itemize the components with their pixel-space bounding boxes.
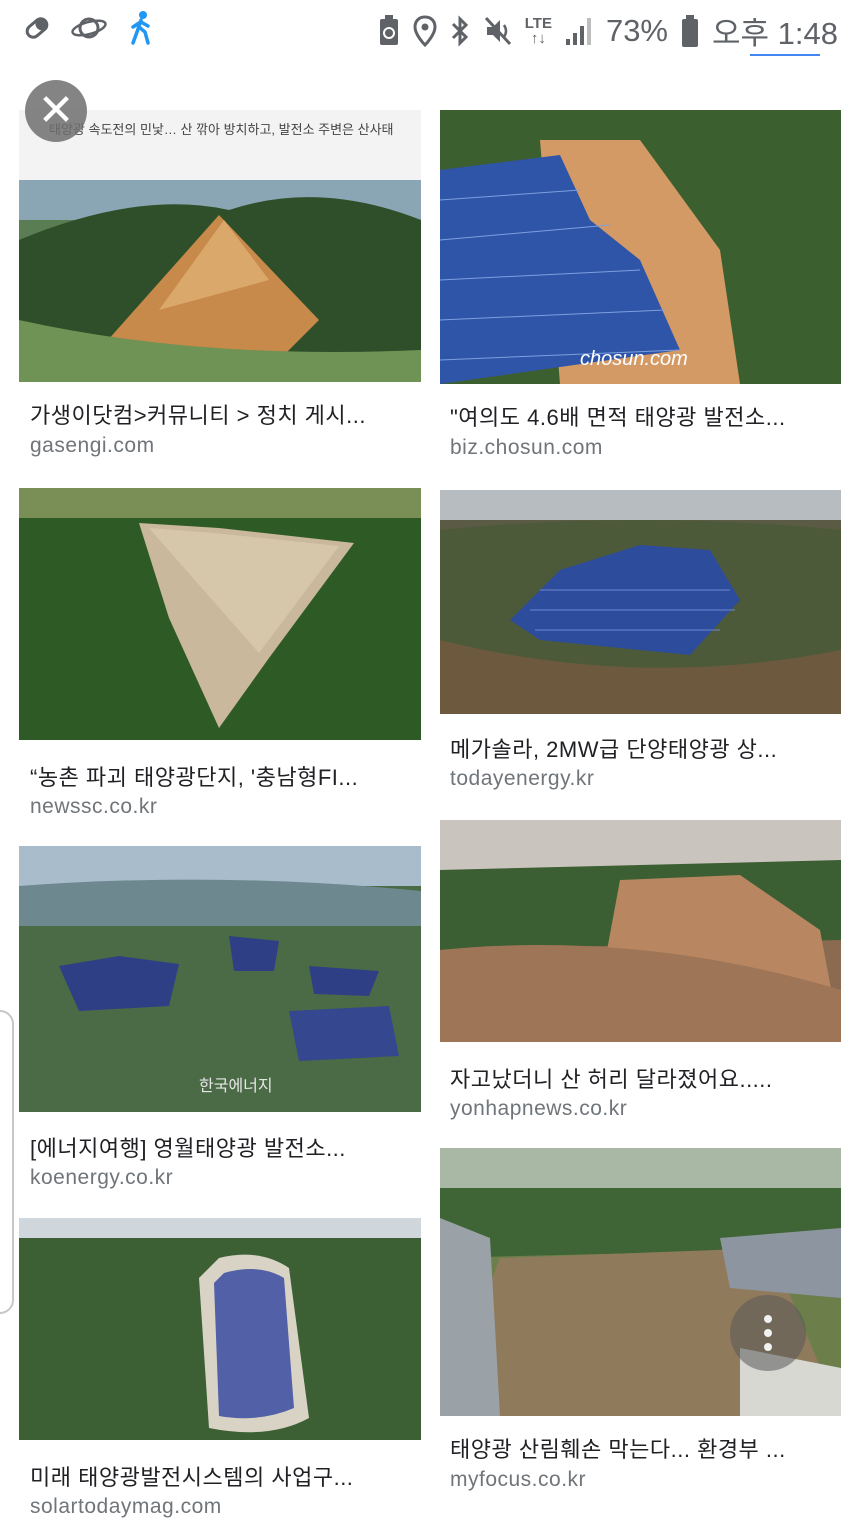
result-source[interactable]: koenergy.co.kr <box>30 1166 173 1190</box>
result-title[interactable]: 메가솔라, 2MW급 단양태양광 상... <box>450 732 777 764</box>
planet-icon <box>70 10 108 46</box>
more-dot <box>764 1329 772 1337</box>
network-type: LTE <box>524 14 552 32</box>
result-title[interactable]: [에너지여행] 영월태양광 발전소... <box>30 1131 346 1163</box>
result-source[interactable]: myfocus.co.kr <box>450 1468 586 1492</box>
result-thumbnail[interactable]: 태양광 속도전의 민낯… 산 깎아 방치하고, 발전소 주변은 산사태 <box>19 110 421 382</box>
close-button[interactable]: ✕ <box>25 80 87 142</box>
result-thumbnail[interactable]: chosun.com <box>440 110 841 384</box>
image-watermark: 한국에너지 <box>199 1077 273 1095</box>
result-source[interactable]: gasengi.com <box>30 434 155 458</box>
header-underline <box>750 48 820 56</box>
result-title[interactable]: "여의도 4.6배 면적 태양광 발전소... <box>450 400 786 432</box>
result-source[interactable]: yonhapnews.co.kr <box>450 1097 627 1121</box>
result-thumbnail[interactable]: 한국에너지 <box>19 846 421 1112</box>
result-source[interactable]: biz.chosun.com <box>450 436 603 460</box>
result-thumbnail[interactable] <box>19 488 421 740</box>
more-vertical-icon <box>764 1315 772 1323</box>
result-source[interactable]: newssc.co.kr <box>30 795 157 819</box>
image-watermark: chosun.com <box>580 348 688 370</box>
result-title[interactable]: 미래 태양광발전시스템의 사업구... <box>30 1460 353 1492</box>
walking-icon <box>126 10 156 46</box>
result-thumbnail[interactable] <box>440 490 841 714</box>
more-dot <box>764 1343 772 1351</box>
result-title[interactable]: 자고났더니 산 허리 달라졌어요..... <box>450 1062 773 1094</box>
image-headline: 태양광 속도전의 민낯… 산 깎아 방치하고, 발전소 주변은 산사태 <box>49 122 394 137</box>
result-thumbnail[interactable] <box>440 820 841 1042</box>
result-title[interactable]: “농촌 파괴 태양광단지, '충남형FI... <box>30 760 358 792</box>
more-options-button[interactable] <box>730 1295 806 1371</box>
result-thumbnail[interactable] <box>440 1148 841 1416</box>
result-title[interactable]: 가생이닷컴>커뮤니티 > 정치 게시... <box>30 398 366 430</box>
pill-icon <box>22 10 52 46</box>
lte-icon: LTE ↑↓ <box>524 14 552 47</box>
edge-panel-handle[interactable] <box>0 1010 14 1314</box>
close-icon: ✕ <box>37 86 75 135</box>
status-left-icons <box>22 10 156 46</box>
scrolled-header-remnant <box>0 44 860 72</box>
result-source[interactable]: solartodaymag.com <box>30 1495 222 1519</box>
result-title[interactable]: 태양광 산림훼손 막는다... 환경부 ... <box>450 1432 786 1464</box>
result-thumbnail[interactable] <box>19 1218 421 1440</box>
result-source[interactable]: todayenergy.kr <box>450 767 594 791</box>
